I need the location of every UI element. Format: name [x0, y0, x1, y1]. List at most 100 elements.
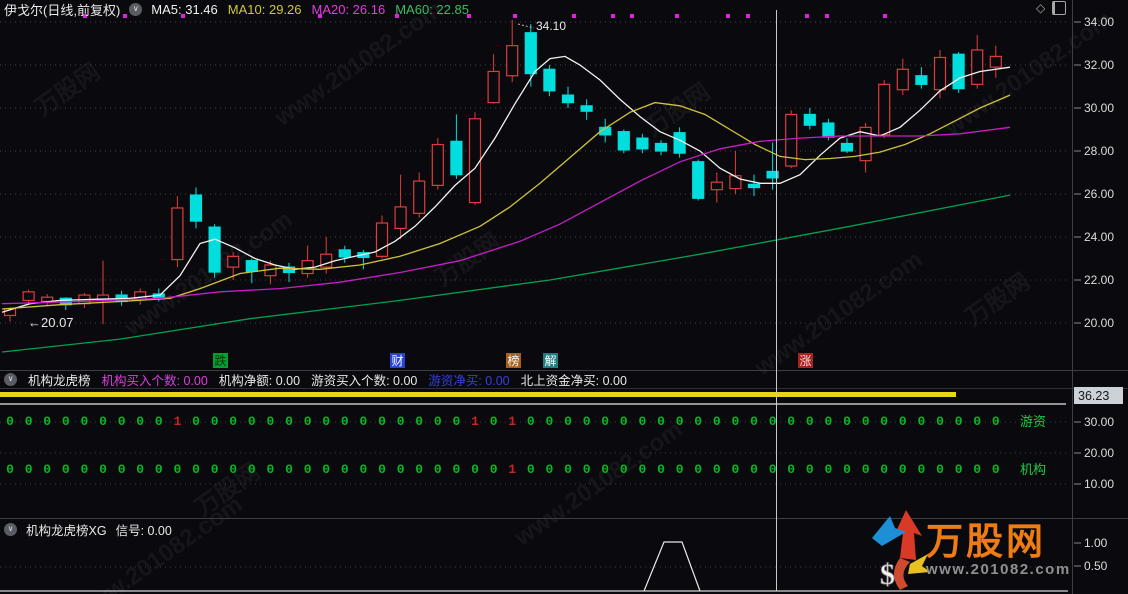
signal-digit: 0 [583, 462, 591, 477]
signal-digit: 0 [899, 414, 907, 429]
signal-digit: 0 [434, 414, 442, 429]
signal-digit: 0 [266, 414, 274, 429]
row-label: 游资 [1020, 414, 1046, 429]
signal-digit: 0 [862, 462, 870, 477]
signal-digit: 0 [583, 414, 591, 429]
event-badge[interactable]: 财 [391, 354, 403, 368]
signal-digit: 0 [43, 414, 51, 429]
chart-corner-tools: ◇ [1036, 1, 1066, 15]
signal-digit: 0 [787, 462, 795, 477]
chevron-down-icon[interactable]: ∨ [4, 373, 17, 386]
signal-digit: 0 [378, 414, 386, 429]
signal-digit: 0 [917, 414, 925, 429]
ma-value: MA10: 29.26 [228, 2, 302, 17]
signal-digit: 0 [601, 414, 609, 429]
signal-digit: 0 [899, 462, 907, 477]
signal-digit: 0 [750, 462, 758, 477]
signal-digit: 0 [229, 414, 237, 429]
signal-digit: 0 [25, 462, 33, 477]
signal-digit: 0 [341, 414, 349, 429]
signal-digit: 0 [136, 414, 144, 429]
signal-digit: 0 [824, 462, 832, 477]
svg-text:$: $ [880, 558, 895, 591]
low-price-annotation: ←20.07 [28, 315, 74, 330]
lhb-panel-header: ∨ 机构龙虎榜 机构买入个数: 0.00机构净额: 0.00游资买入个数: 0.… [4, 371, 627, 387]
signal-digit: 0 [527, 462, 535, 477]
signal-digit: 0 [564, 462, 572, 477]
panel4-axis-label: 1.00 [1084, 536, 1108, 550]
signal-digit: 0 [99, 462, 107, 477]
signal-digit: 1 [508, 414, 516, 429]
signal-digit: 0 [880, 414, 888, 429]
signal-digit: 0 [973, 414, 981, 429]
signal-digit: 0 [285, 414, 293, 429]
signal-digit: 0 [545, 462, 553, 477]
signal-digit: 0 [973, 462, 981, 477]
signal-digit: 0 [62, 462, 70, 477]
signal-digit: 0 [601, 462, 609, 477]
signal-digit: 1 [471, 414, 479, 429]
signal-digit: 0 [713, 414, 721, 429]
main-axis-label: 26.00 [1084, 187, 1114, 201]
main-axis-label: 32.00 [1084, 58, 1114, 72]
site-logo[interactable]: $ 万股网 www.201082.com [870, 508, 1071, 592]
signal-digit: 0 [25, 414, 33, 429]
signal-digit: 0 [824, 414, 832, 429]
signal-digit: 0 [694, 462, 702, 477]
row-label: 机构 [1020, 462, 1046, 477]
logo-pinwheel-icon: $ [870, 508, 932, 592]
signal-digit: 0 [6, 414, 14, 429]
signal-digit: 0 [415, 414, 423, 429]
xg-signal-value: 信号: 0.00 [116, 520, 172, 539]
event-badge[interactable]: 榜 [507, 353, 519, 368]
signal-digit: 0 [359, 414, 367, 429]
signal-digit: 0 [378, 462, 386, 477]
xg-panel-title: 机构龙虎榜XG [26, 520, 107, 539]
signal-digit: 0 [955, 462, 963, 477]
signal-digit: 0 [917, 462, 925, 477]
signal-digit: 0 [248, 414, 256, 429]
signal-digit: 0 [452, 462, 460, 477]
signal-digit: 0 [248, 462, 256, 477]
signal-digit: 0 [434, 462, 442, 477]
panel3-axis-label: 10.00 [1084, 477, 1114, 491]
signal-digit: 0 [118, 414, 126, 429]
chevron-down-icon[interactable]: ∨ [129, 3, 142, 16]
event-badge[interactable]: 跌 [214, 353, 226, 368]
chart-canvas[interactable]: 34.0032.0030.0028.0026.0024.0022.0020.00… [0, 0, 1128, 594]
signal-digit: 0 [862, 414, 870, 429]
signal-digit: 0 [192, 462, 200, 477]
main-axis-label: 34.00 [1084, 15, 1114, 29]
lhb-field: 机构净额: 0.00 [219, 370, 300, 389]
signal-digit: 0 [657, 414, 665, 429]
signal-digit: 0 [638, 414, 646, 429]
signal-digit: 0 [359, 462, 367, 477]
signal-digit: 0 [285, 462, 293, 477]
signal-digit: 0 [731, 462, 739, 477]
signal-digit: 0 [266, 462, 274, 477]
signal-digit: 0 [452, 414, 460, 429]
signal-digit: 0 [527, 414, 535, 429]
signal-digit: 0 [676, 414, 684, 429]
logo-name: 万股网 [926, 523, 1071, 560]
signal-digit: 0 [694, 414, 702, 429]
diamond-icon[interactable]: ◇ [1036, 1, 1045, 15]
signal-digit: 0 [731, 414, 739, 429]
signal-digit: 0 [992, 462, 1000, 477]
signal-digit: 0 [490, 462, 498, 477]
signal-digit: 0 [545, 414, 553, 429]
signal-digit: 0 [564, 414, 572, 429]
signal-digit: 0 [397, 414, 405, 429]
page-icon[interactable] [1052, 1, 1066, 15]
main-axis-label: 22.00 [1084, 273, 1114, 287]
signal-digit: 0 [211, 414, 219, 429]
signal-digit: 0 [322, 462, 330, 477]
logo-url: www.201082.com [926, 562, 1071, 577]
signal-digit: 0 [880, 462, 888, 477]
signal-shape [644, 542, 700, 591]
signal-digit: 0 [676, 462, 684, 477]
chevron-down-icon[interactable]: ∨ [4, 523, 17, 536]
event-badge[interactable]: 解 [544, 354, 556, 368]
axis-value-box: 36.23 [1078, 389, 1109, 403]
event-badge[interactable]: 涨 [799, 353, 811, 368]
